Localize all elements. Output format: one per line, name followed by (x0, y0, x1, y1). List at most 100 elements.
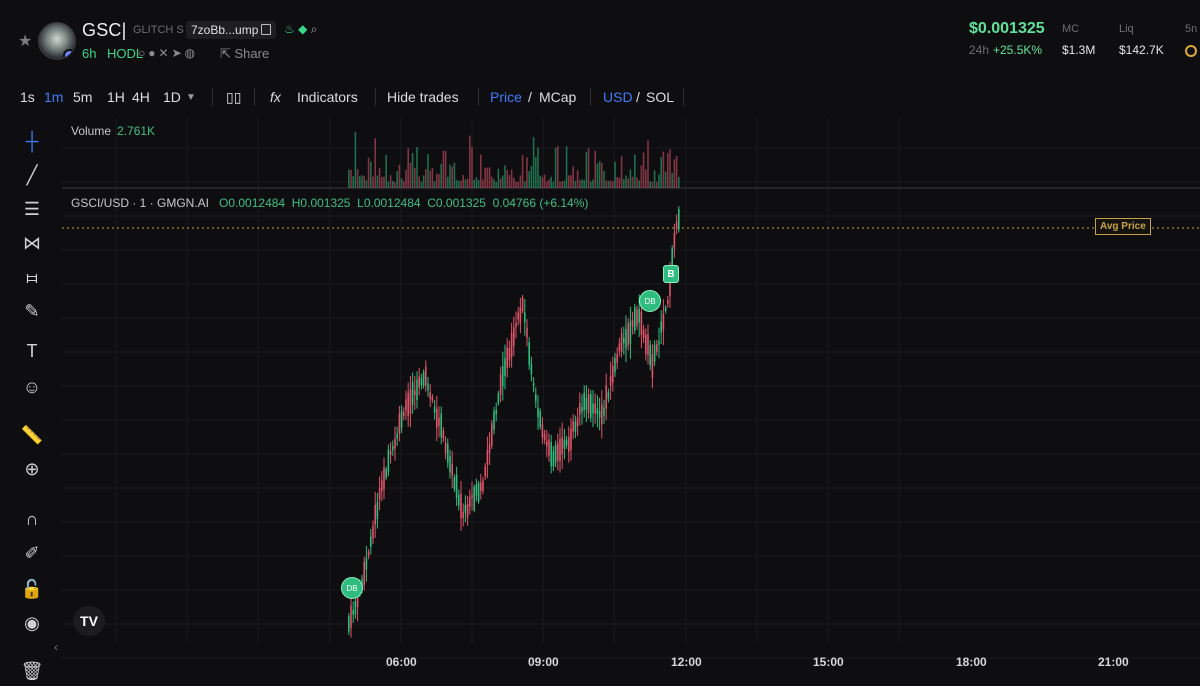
candle-body (350, 605, 352, 628)
volume-bar (524, 181, 526, 188)
volume-bar (612, 181, 614, 188)
volume-label: Volume (71, 124, 112, 138)
trash-icon[interactable]: 🗑 (17, 658, 47, 684)
mcap-toggle[interactable]: MCap (539, 89, 576, 105)
candle-body (579, 403, 581, 415)
tradingview-logo[interactable]: TV (73, 606, 105, 636)
lock-drawing-icon[interactable]: ✐ (17, 540, 47, 566)
search-token-icon[interactable]: ⌕ (311, 22, 318, 36)
emoji-icon[interactable]: ☺ (17, 374, 47, 400)
fib-icon[interactable]: ☰ (17, 196, 47, 222)
volume-bar (662, 151, 665, 188)
change-value: 0.04766 (+6.14%) (492, 196, 589, 210)
candle-body (546, 440, 548, 447)
pill-icon: ◆ (298, 22, 308, 36)
candle-body (543, 433, 546, 441)
eye-icon[interactable]: ◉ (17, 610, 47, 636)
share-label: Share (234, 46, 270, 61)
usd-toggle[interactable]: USD (603, 89, 633, 105)
hide-trades-button[interactable]: Hide trades (387, 89, 459, 105)
volume-bar (499, 178, 502, 188)
volume-value: 2.761K (117, 124, 156, 138)
volume-bar (616, 177, 618, 188)
candle-body (528, 342, 530, 365)
volume-bar (671, 173, 673, 188)
candle-body (653, 344, 656, 362)
price-toggle[interactable]: Price (490, 89, 522, 105)
candle-body (383, 467, 385, 490)
candle-body (471, 494, 473, 498)
pattern-icon[interactable]: ⋈ (17, 230, 47, 256)
interval-1m[interactable]: 1m (44, 89, 63, 105)
candle-body (482, 480, 484, 492)
candle-body (667, 300, 669, 304)
volume-bar (557, 146, 559, 188)
contract-address[interactable]: 7zoBb...ump (186, 21, 277, 39)
lock-icon[interactable]: 🔓 (17, 576, 47, 602)
interval-5m[interactable]: 5m (73, 89, 92, 105)
candle-body (365, 557, 368, 570)
interval-1s[interactable]: 1s (20, 89, 35, 105)
token-header: ★ GSC| GLITCH S 7zoBb...ump ♨ ◆ ⌕ 6h HOD… (0, 0, 1200, 80)
indicators-button[interactable]: Indicators (297, 89, 358, 105)
candle-body (385, 468, 387, 478)
volume-bar (409, 162, 412, 188)
volume-bar (598, 161, 601, 188)
interval-1h[interactable]: 1H (107, 89, 125, 105)
text-icon[interactable]: T (17, 338, 47, 364)
favorite-star-icon[interactable]: ★ (18, 31, 32, 51)
volume-bar (431, 168, 434, 188)
indicators-icon[interactable]: fx (270, 89, 281, 105)
sol-toggle[interactable]: SOL (646, 89, 674, 105)
x-icon[interactable]: ✕ (159, 46, 172, 60)
volume-bar (497, 168, 500, 188)
interval-4h[interactable]: 4H (132, 89, 150, 105)
globe-icon[interactable]: ◍ (185, 46, 198, 60)
candle-body (640, 311, 643, 336)
candle-body (416, 379, 418, 401)
volume-bar (387, 181, 390, 188)
website-icon[interactable]: ● (148, 46, 158, 60)
trade-marker[interactable]: B (663, 265, 679, 283)
volume-bar (638, 180, 640, 188)
volume-bar (642, 152, 645, 188)
volume-bar (645, 169, 647, 188)
magnet-icon[interactable]: ∩ (17, 506, 47, 532)
projection-icon[interactable]: ⧦ (17, 264, 47, 290)
brush-icon[interactable]: ✎ (17, 298, 47, 324)
zoom-icon[interactable]: ⊕ (17, 456, 47, 482)
interval-dropdown-icon[interactable]: ▼ (186, 92, 196, 103)
copy-icon[interactable] (261, 24, 272, 35)
search-icon[interactable]: ○ (138, 46, 148, 60)
volume-bar (462, 175, 464, 188)
volume-bar (405, 169, 407, 188)
volume-bar (506, 170, 508, 188)
trade-marker[interactable]: DB (639, 290, 661, 312)
volume-bar (383, 176, 385, 188)
candle-type-icon[interactable]: ▯▯ (226, 89, 241, 106)
trendline-icon[interactable]: ╱ (17, 162, 47, 188)
share-button[interactable]: ⇱ Share (220, 46, 269, 62)
volume-bar (543, 174, 546, 188)
ruler-icon[interactable]: 📏 (17, 422, 47, 448)
candle-body (376, 502, 379, 520)
candle-body (449, 455, 451, 473)
interval-1d[interactable]: 1D (163, 89, 181, 105)
volume-bar (502, 175, 504, 188)
volume-bar (359, 176, 361, 188)
volume-bar (422, 175, 425, 188)
close-value: C0.001325 (427, 196, 486, 210)
volume-bar (491, 176, 493, 188)
volume-bar (398, 164, 401, 188)
volume-bar (647, 140, 649, 188)
volume-bar (513, 177, 515, 188)
telegram-icon[interactable]: ➤ (172, 46, 185, 60)
volume-bar (449, 164, 451, 188)
collapse-chevron-icon[interactable]: ‹ (54, 640, 58, 654)
token-name: GLITCH S (133, 24, 184, 36)
candle-body (548, 439, 550, 456)
crosshair-icon[interactable]: ┼ (17, 128, 47, 154)
volume-bar (594, 150, 596, 188)
volume-bar (532, 137, 535, 188)
trade-marker[interactable]: DB (341, 577, 363, 599)
